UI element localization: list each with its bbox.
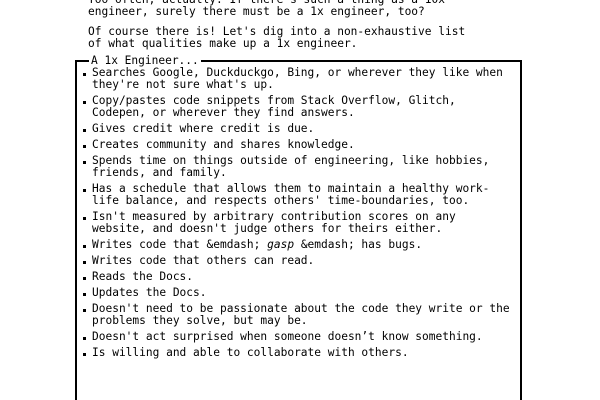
list-item-text: Copy/pastes code snippets from Stack Ove… bbox=[92, 94, 456, 119]
list-item-text: Is willing and able to collaborate with … bbox=[92, 346, 409, 359]
list-item: Searches Google, Duckduckgo, Bing, or wh… bbox=[83, 67, 513, 91]
qualities-list: Searches Google, Duckduckgo, Bing, or wh… bbox=[83, 67, 513, 363]
list-item: Copy/pastes code snippets from Stack Ove… bbox=[83, 95, 513, 119]
article-page: Too often, actually. If there's such a t… bbox=[0, 0, 600, 400]
list-item-text: Updates the Docs. bbox=[92, 286, 207, 299]
list-item-text: Reads the Docs. bbox=[92, 270, 194, 283]
list-item: Is willing and able to collaborate with … bbox=[83, 347, 513, 359]
list-item-text: Doesn't act surprised when someone doesn… bbox=[92, 330, 483, 343]
engineer-qualities-box: A 1x Engineer... Searches Google, Duckdu… bbox=[75, 54, 522, 400]
list-item: Has a schedule that allows them to maint… bbox=[83, 183, 513, 207]
list-item: Isn't measured by arbitrary contribution… bbox=[83, 211, 513, 235]
list-item-text-pre: Writes code that &emdash; bbox=[92, 238, 268, 251]
list-item-text: Spends time on things outside of enginee… bbox=[92, 154, 490, 179]
list-item-text-post: &emdash; has bugs. bbox=[294, 238, 423, 251]
list-item: Updates the Docs. bbox=[83, 287, 513, 299]
list-item-text: Doesn't need to be passionate about the … bbox=[92, 302, 510, 327]
list-item: Reads the Docs. bbox=[83, 271, 513, 283]
list-item: Spends time on things outside of enginee… bbox=[83, 155, 513, 179]
list-item: Doesn't need to be passionate about the … bbox=[83, 303, 513, 327]
list-item-text: Isn't measured by arbitrary contribution… bbox=[92, 210, 456, 235]
intro-paragraph-top: Too often, actually. If there's such a t… bbox=[88, 0, 445, 18]
list-item-emphasis: gasp bbox=[267, 238, 295, 251]
list-item-text: Searches Google, Duckduckgo, Bing, or wh… bbox=[92, 66, 503, 91]
list-item: Creates community and shares knowledge. bbox=[83, 139, 513, 151]
list-item: Gives credit where credit is due. bbox=[83, 123, 513, 135]
list-item: Writes code that &emdash; gasp &emdash; … bbox=[83, 239, 513, 251]
list-item-text: Writes code that others can read. bbox=[92, 254, 315, 267]
list-item-text: Gives credit where credit is due. bbox=[92, 122, 315, 135]
intro-paragraph-bottom: Of course there is! Let's dig into a non… bbox=[88, 25, 466, 50]
list-item: Doesn't act surprised when someone doesn… bbox=[83, 331, 513, 343]
list-item-text: Has a schedule that allows them to maint… bbox=[92, 182, 490, 207]
list-item-text: Creates community and shares knowledge. bbox=[92, 138, 355, 151]
list-item: Writes code that others can read. bbox=[83, 255, 513, 267]
